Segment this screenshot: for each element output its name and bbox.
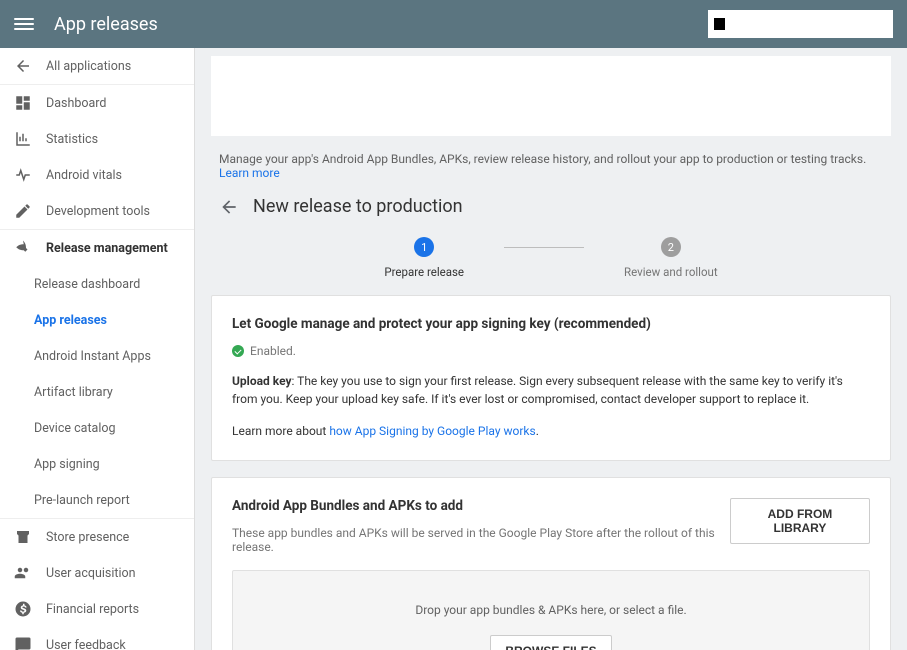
sidebar-item-label: Pre-launch report bbox=[34, 493, 130, 508]
step-2-label: Review and rollout bbox=[624, 265, 718, 279]
sidebar-item-user-feedback[interactable]: User feedback bbox=[0, 627, 194, 650]
sidebar-item-label: Release dashboard bbox=[34, 277, 140, 292]
back-arrow-icon[interactable] bbox=[219, 197, 239, 217]
sidebar-item-all-applications[interactable]: All applications bbox=[0, 48, 194, 84]
sidebar-item-app-signing[interactable]: App signing bbox=[0, 446, 194, 482]
add-from-library-button[interactable]: ADD FROM LIBRARY bbox=[730, 498, 870, 544]
dropzone-text: Drop your app bundles & APKs here, or se… bbox=[253, 603, 849, 617]
topbar-search[interactable] bbox=[708, 10, 893, 38]
sidebar-item-artifact-library[interactable]: Artifact library bbox=[0, 374, 194, 410]
upload-key-desc: : The key you use to sign your first rel… bbox=[232, 374, 843, 406]
sidebar-item-label: App signing bbox=[34, 457, 100, 472]
upload-card: Android App Bundles and APKs to add Thes… bbox=[211, 477, 891, 650]
browse-files-button[interactable]: BROWSE FILES bbox=[490, 635, 611, 650]
card-title: Let Google manage and protect your app s… bbox=[232, 316, 870, 332]
upload-sub-text: These app bundles and APKs will be serve… bbox=[232, 526, 730, 554]
arrow-back-icon bbox=[14, 57, 32, 75]
sidebar-item-prelaunch-report[interactable]: Pre-launch report bbox=[0, 482, 194, 518]
step-1-circle: 1 bbox=[414, 237, 434, 257]
topbar-title: App releases bbox=[54, 14, 158, 35]
step-connector bbox=[504, 247, 584, 248]
page-title: New release to production bbox=[253, 196, 463, 217]
sidebar-item-label: All applications bbox=[46, 59, 131, 74]
statistics-icon bbox=[14, 130, 32, 148]
page-header: New release to production bbox=[211, 180, 891, 237]
sidebar-item-instant-apps[interactable]: Android Instant Apps bbox=[0, 338, 194, 374]
dashboard-icon bbox=[14, 94, 32, 112]
sidebar-item-label: User acquisition bbox=[46, 566, 136, 581]
upload-key-text: Upload key: The key you use to sign your… bbox=[232, 372, 870, 408]
intro-text: Manage your app's Android App Bundles, A… bbox=[219, 152, 866, 166]
search-swatch-icon bbox=[714, 18, 725, 30]
sidebar-item-label: Release management bbox=[46, 241, 168, 256]
upload-key-label: Upload key bbox=[232, 374, 292, 388]
sidebar-item-label: Statistics bbox=[46, 132, 98, 147]
step-prepare-release[interactable]: 1 Prepare release bbox=[384, 237, 464, 279]
learn-more-row: Learn more about how App Signing by Goog… bbox=[232, 422, 870, 440]
sidebar-item-label: Android Instant Apps bbox=[34, 349, 151, 364]
step-review-rollout[interactable]: 2 Review and rollout bbox=[624, 237, 718, 279]
intro-block: Manage your app's Android App Bundles, A… bbox=[211, 144, 891, 180]
tools-icon bbox=[14, 202, 32, 220]
sidebar-item-label: Store presence bbox=[46, 530, 129, 545]
sidebar-item-android-vitals[interactable]: Android vitals bbox=[0, 157, 194, 193]
rocket-icon bbox=[14, 239, 32, 257]
feedback-icon bbox=[14, 636, 32, 650]
learn-prefix: Learn more about bbox=[232, 424, 329, 438]
store-icon bbox=[14, 528, 32, 546]
sidebar-item-user-acquisition[interactable]: User acquisition bbox=[0, 555, 194, 591]
sidebar-item-label: App releases bbox=[34, 313, 107, 328]
search-input[interactable] bbox=[729, 16, 887, 32]
enabled-row: Enabled. bbox=[232, 344, 870, 358]
vitals-icon bbox=[14, 166, 32, 184]
sidebar-item-dashboard[interactable]: Dashboard bbox=[0, 85, 194, 121]
sidebar-item-statistics[interactable]: Statistics bbox=[0, 121, 194, 157]
check-icon bbox=[232, 345, 244, 357]
app-signing-card: Let Google manage and protect your app s… bbox=[211, 295, 891, 461]
learn-more-link[interactable]: Learn more bbox=[219, 166, 280, 180]
sidebar-item-label: Android vitals bbox=[46, 168, 122, 183]
dropzone[interactable]: Drop your app bundles & APKs here, or se… bbox=[232, 570, 870, 650]
sidebar-item-label: Dashboard bbox=[46, 96, 106, 111]
main-content: Manage your app's Android App Bundles, A… bbox=[195, 48, 907, 650]
sidebar-item-label: User feedback bbox=[46, 638, 126, 650]
dollar-icon bbox=[14, 600, 32, 618]
sidebar-item-release-dashboard[interactable]: Release dashboard bbox=[0, 266, 194, 302]
sidebar-item-store-presence[interactable]: Store presence bbox=[0, 519, 194, 555]
sidebar: All applications Dashboard Statistics bbox=[0, 48, 195, 650]
menu-icon[interactable] bbox=[14, 14, 34, 34]
sidebar-item-label: Development tools bbox=[46, 204, 150, 219]
sidebar-item-label: Artifact library bbox=[34, 385, 113, 400]
sidebar-item-label: Financial reports bbox=[46, 602, 139, 617]
sidebar-item-app-releases[interactable]: App releases bbox=[0, 302, 194, 338]
enabled-label: Enabled. bbox=[250, 344, 296, 358]
step-2-circle: 2 bbox=[661, 237, 681, 257]
sidebar-item-release-management[interactable]: Release management bbox=[0, 230, 194, 266]
topbar: App releases bbox=[0, 0, 907, 48]
sidebar-item-device-catalog[interactable]: Device catalog bbox=[0, 410, 194, 446]
sidebar-item-label: Device catalog bbox=[34, 421, 116, 436]
step-1-label: Prepare release bbox=[384, 265, 464, 279]
sidebar-item-financial-reports[interactable]: Financial reports bbox=[0, 591, 194, 627]
users-icon bbox=[14, 564, 32, 582]
top-banner bbox=[211, 56, 891, 136]
stepper: 1 Prepare release 2 Review and rollout bbox=[211, 237, 891, 279]
sidebar-item-development-tools[interactable]: Development tools bbox=[0, 193, 194, 229]
app-signing-learn-link[interactable]: how App Signing by Google Play works bbox=[329, 424, 535, 438]
card-title: Android App Bundles and APKs to add bbox=[232, 498, 730, 514]
